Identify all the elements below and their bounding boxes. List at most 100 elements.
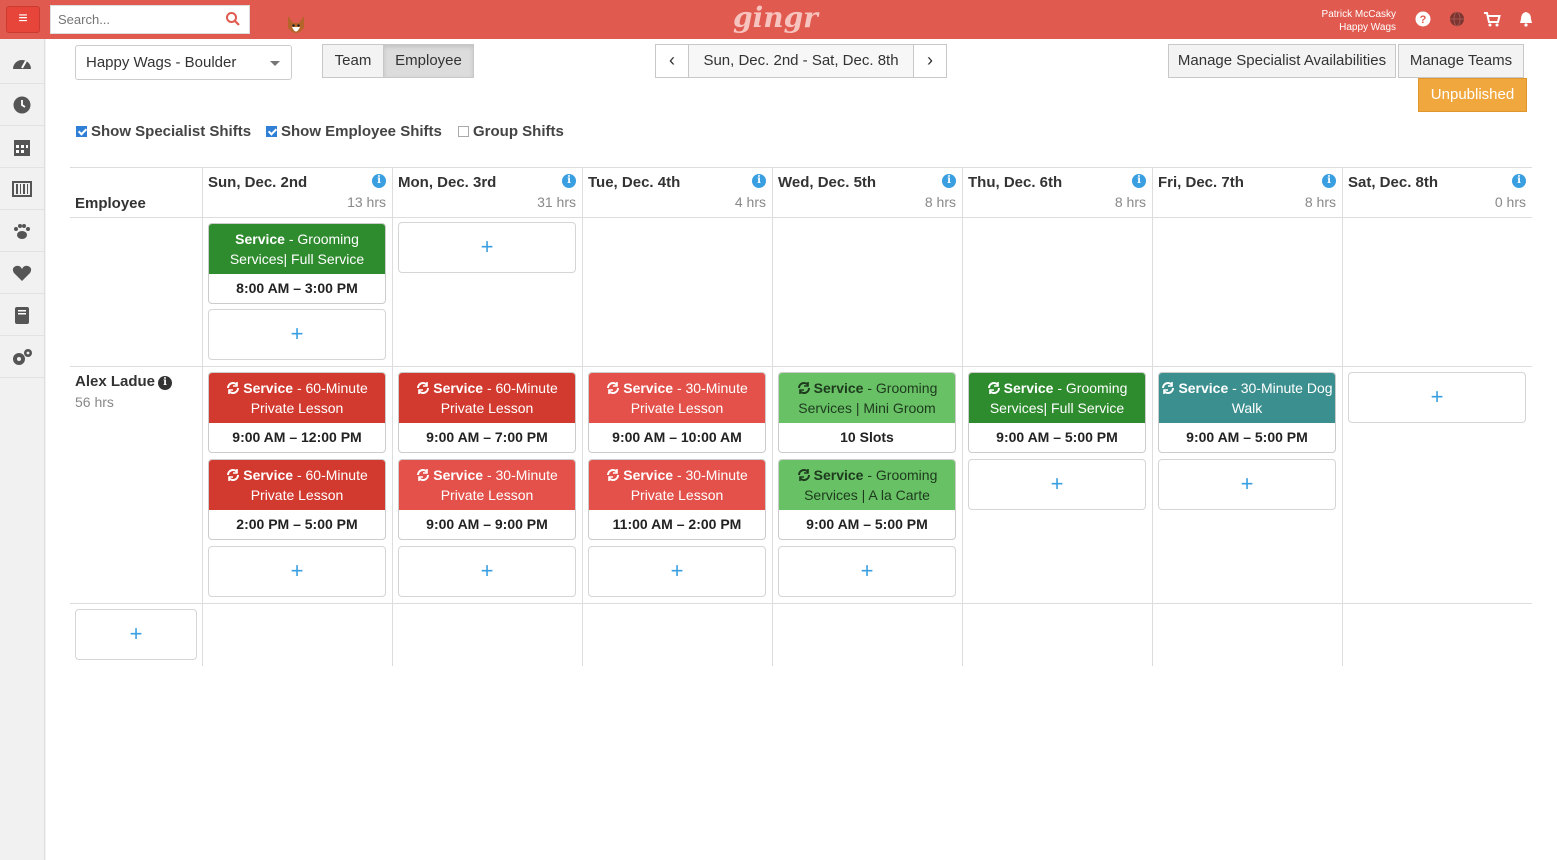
day-hours: 8 hrs	[1114, 194, 1146, 210]
day-name: Thu, Dec. 6th	[968, 174, 1063, 191]
info-icon[interactable]: i	[372, 174, 386, 188]
sidebar-item-heart[interactable]	[0, 252, 44, 294]
info-icon[interactable]: i	[1132, 174, 1146, 188]
recurring-icon	[1162, 382, 1175, 394]
sidebar-item-clock[interactable]	[0, 84, 44, 126]
location-select[interactable]: Happy Wags - Boulder	[75, 45, 292, 80]
sidebar-item-book[interactable]	[0, 294, 44, 336]
checkbox-checked-icon[interactable]	[266, 126, 277, 137]
add-shift-button[interactable]: +	[208, 309, 386, 360]
shift-card-time: 9:00 AM – 7:00 PM	[426, 429, 548, 445]
shift-card[interactable]: Service - 60-Minute Private Lesson 9:00 …	[398, 372, 576, 453]
date-range-label[interactable]: Sun, Dec. 2nd - Sat, Dec. 8th	[689, 44, 913, 78]
paw-icon	[14, 224, 30, 239]
day-hours: 8 hrs	[1304, 194, 1336, 210]
team-view-button[interactable]: Team	[322, 44, 384, 78]
shift-card[interactable]: Service - 30-Minute Dog Walk 9:00 AM – 5…	[1158, 372, 1336, 453]
bell-icon[interactable]	[1517, 10, 1535, 28]
location-value: Happy Wags - Boulder	[86, 54, 237, 71]
grid-line	[202, 167, 203, 666]
day-hours: 31 hrs	[537, 194, 576, 210]
recurring-icon	[987, 382, 1000, 394]
info-icon[interactable]: i	[1322, 174, 1336, 188]
sidebar-item-paw[interactable]	[0, 210, 44, 252]
add-shift-button[interactable]: +	[968, 459, 1146, 510]
shift-card[interactable]: Service - Grooming Services | A la Carte…	[778, 459, 956, 540]
day-name: Tue, Dec. 4th	[588, 174, 681, 191]
shift-card[interactable]: Service - 30-Minute Private Lesson 9:00 …	[588, 372, 766, 453]
info-icon[interactable]: i	[1512, 174, 1526, 188]
shift-card-title: Service - 60-Minute Private Lesson	[209, 460, 385, 510]
prev-week-button[interactable]: ‹	[655, 44, 689, 78]
checkbox-checked-icon[interactable]	[76, 126, 87, 137]
sidebar-item-barcode[interactable]	[0, 168, 44, 210]
globe-icon[interactable]	[1448, 10, 1466, 28]
next-week-button[interactable]: ›	[913, 44, 947, 78]
info-icon[interactable]: i	[158, 376, 173, 390]
group-shifts-checkbox[interactable]: Group Shifts	[458, 123, 564, 141]
add-employee-button[interactable]: +	[75, 609, 197, 660]
grid-line	[70, 366, 1532, 367]
employee-hours: 56 hrs	[75, 394, 114, 410]
shift-card[interactable]: Service - Grooming Services| Full Servic…	[208, 223, 386, 304]
user-info[interactable]: Patrick McCasky Happy Wags	[1290, 8, 1396, 34]
cart-icon[interactable]	[1483, 10, 1501, 28]
add-shift-button[interactable]: +	[398, 546, 576, 597]
day-header-mon: Mon, Dec. 3rd i 31 hrs	[392, 167, 582, 217]
grid-line	[962, 167, 963, 666]
unpublished-button[interactable]: Unpublished	[1418, 78, 1527, 112]
shift-card-title: Service - Grooming Services | A la Carte	[779, 460, 955, 510]
grid-line	[1152, 167, 1153, 666]
show-employee-shifts-checkbox[interactable]: Show Employee Shifts	[266, 123, 442, 141]
top-bar: ≡ gingr Patrick McCasky Happy Wags ?	[0, 0, 1557, 39]
day-name: Sun, Dec. 2nd	[208, 174, 308, 191]
employee-name[interactable]: Alex Ladue i	[75, 373, 173, 390]
day-name: Wed, Dec. 5th	[778, 174, 877, 191]
info-icon[interactable]: i	[752, 174, 766, 188]
checkbox-unchecked-icon[interactable]	[458, 126, 469, 137]
add-shift-button[interactable]: +	[398, 222, 576, 273]
grid-line	[582, 167, 583, 666]
shift-card-time: 9:00 AM – 12:00 PM	[232, 429, 362, 445]
day-hours: 8 hrs	[924, 194, 956, 210]
gears-icon	[13, 349, 32, 365]
info-icon[interactable]: i	[562, 174, 576, 188]
day-header-thu: Thu, Dec. 6th i 8 hrs	[962, 167, 1152, 217]
search-box[interactable]	[50, 5, 250, 34]
shift-card[interactable]: Service - Grooming Services| Full Servic…	[968, 372, 1146, 453]
show-employee-shifts-label: Show Employee Shifts	[281, 123, 442, 140]
shift-card[interactable]: Service - 30-Minute Private Lesson 11:00…	[588, 459, 766, 540]
help-icon[interactable]: ?	[1414, 10, 1432, 28]
day-header-wed: Wed, Dec. 5th i 8 hrs	[772, 167, 962, 217]
info-icon[interactable]: i	[942, 174, 956, 188]
search-icon[interactable]	[225, 11, 241, 27]
search-input[interactable]	[51, 6, 221, 33]
show-specialist-shifts-checkbox[interactable]: Show Specialist Shifts	[76, 123, 251, 141]
shift-card[interactable]: Service - 60-Minute Private Lesson 2:00 …	[208, 459, 386, 540]
shift-card-time: 9:00 AM – 5:00 PM	[806, 516, 928, 532]
manage-availabilities-button[interactable]: Manage Specialist Availabilities	[1168, 44, 1396, 78]
dashboard-icon	[13, 60, 31, 69]
add-shift-button[interactable]: +	[1158, 459, 1336, 510]
shift-card[interactable]: Service - 60-Minute Private Lesson 9:00 …	[208, 372, 386, 453]
recurring-icon	[607, 469, 620, 481]
shift-card[interactable]: Service - Grooming Services | Mini Groom…	[778, 372, 956, 453]
sidebar-item-calendar[interactable]	[0, 126, 44, 168]
sidebar-item-settings[interactable]	[0, 336, 44, 378]
add-shift-button[interactable]: +	[778, 546, 956, 597]
sidebar	[0, 39, 45, 860]
employee-view-button[interactable]: Employee	[383, 44, 474, 78]
barcode-icon	[12, 181, 32, 197]
add-shift-button[interactable]: +	[588, 546, 766, 597]
add-shift-button[interactable]: +	[1348, 372, 1526, 423]
show-specialist-shifts-label: Show Specialist Shifts	[91, 123, 252, 140]
day-header-sun: Sun, Dec. 2nd i 13 hrs	[202, 167, 392, 217]
sidebar-item-dashboard[interactable]	[0, 42, 44, 84]
shift-card-time: 8:00 AM – 3:00 PM	[236, 280, 358, 296]
manage-teams-button[interactable]: Manage Teams	[1398, 44, 1524, 78]
menu-button[interactable]: ≡	[6, 6, 40, 33]
shift-card[interactable]: Service - 30-Minute Private Lesson 9:00 …	[398, 459, 576, 540]
day-hours: 0 hrs	[1494, 194, 1526, 210]
add-shift-button[interactable]: +	[208, 546, 386, 597]
recurring-icon	[417, 469, 430, 481]
